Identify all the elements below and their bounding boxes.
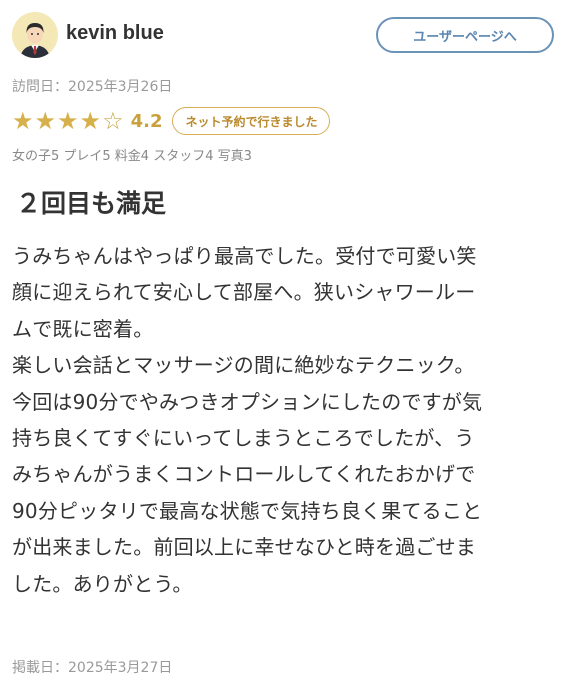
star-outline-icon: ☆ [102, 107, 124, 135]
rating-score: 4.2 [130, 110, 163, 132]
avatar[interactable] [12, 12, 58, 58]
visit-date: 訪問日：2025年3月26日 [12, 79, 173, 95]
star-rating: ★ ★ ★ ★ ☆ [12, 109, 125, 133]
sub-ratings: 女の子5 プレイ5 料金4 スタッフ4 写真3 [12, 149, 252, 164]
posted-date: 掲載日：2025年3月27日 [12, 660, 173, 676]
star-filled-icon: ★ [57, 107, 79, 135]
star-filled-icon: ★ [34, 107, 57, 135]
star-filled-icon: ★ [12, 107, 34, 135]
review-title: ２回目も満足 [16, 189, 167, 218]
review-header: kevin blue ユーザーページへ [0, 0, 576, 70]
review-body: うみちゃんはやっぱり最高でした。受付で可愛い笑 顔に迎えられて安心して部屋へ。狭… [12, 244, 483, 596]
username[interactable]: kevin blue [66, 22, 164, 45]
user-page-button[interactable]: ユーザーページへ [376, 17, 554, 53]
star-filled-icon: ★ [79, 107, 102, 135]
rating-row: ★ ★ ★ ★ ☆ 4.2 ネット予約で行きました [12, 106, 331, 136]
user-avatar-icon [12, 12, 58, 58]
booking-method-badge: ネット予約で行きました [172, 107, 331, 135]
